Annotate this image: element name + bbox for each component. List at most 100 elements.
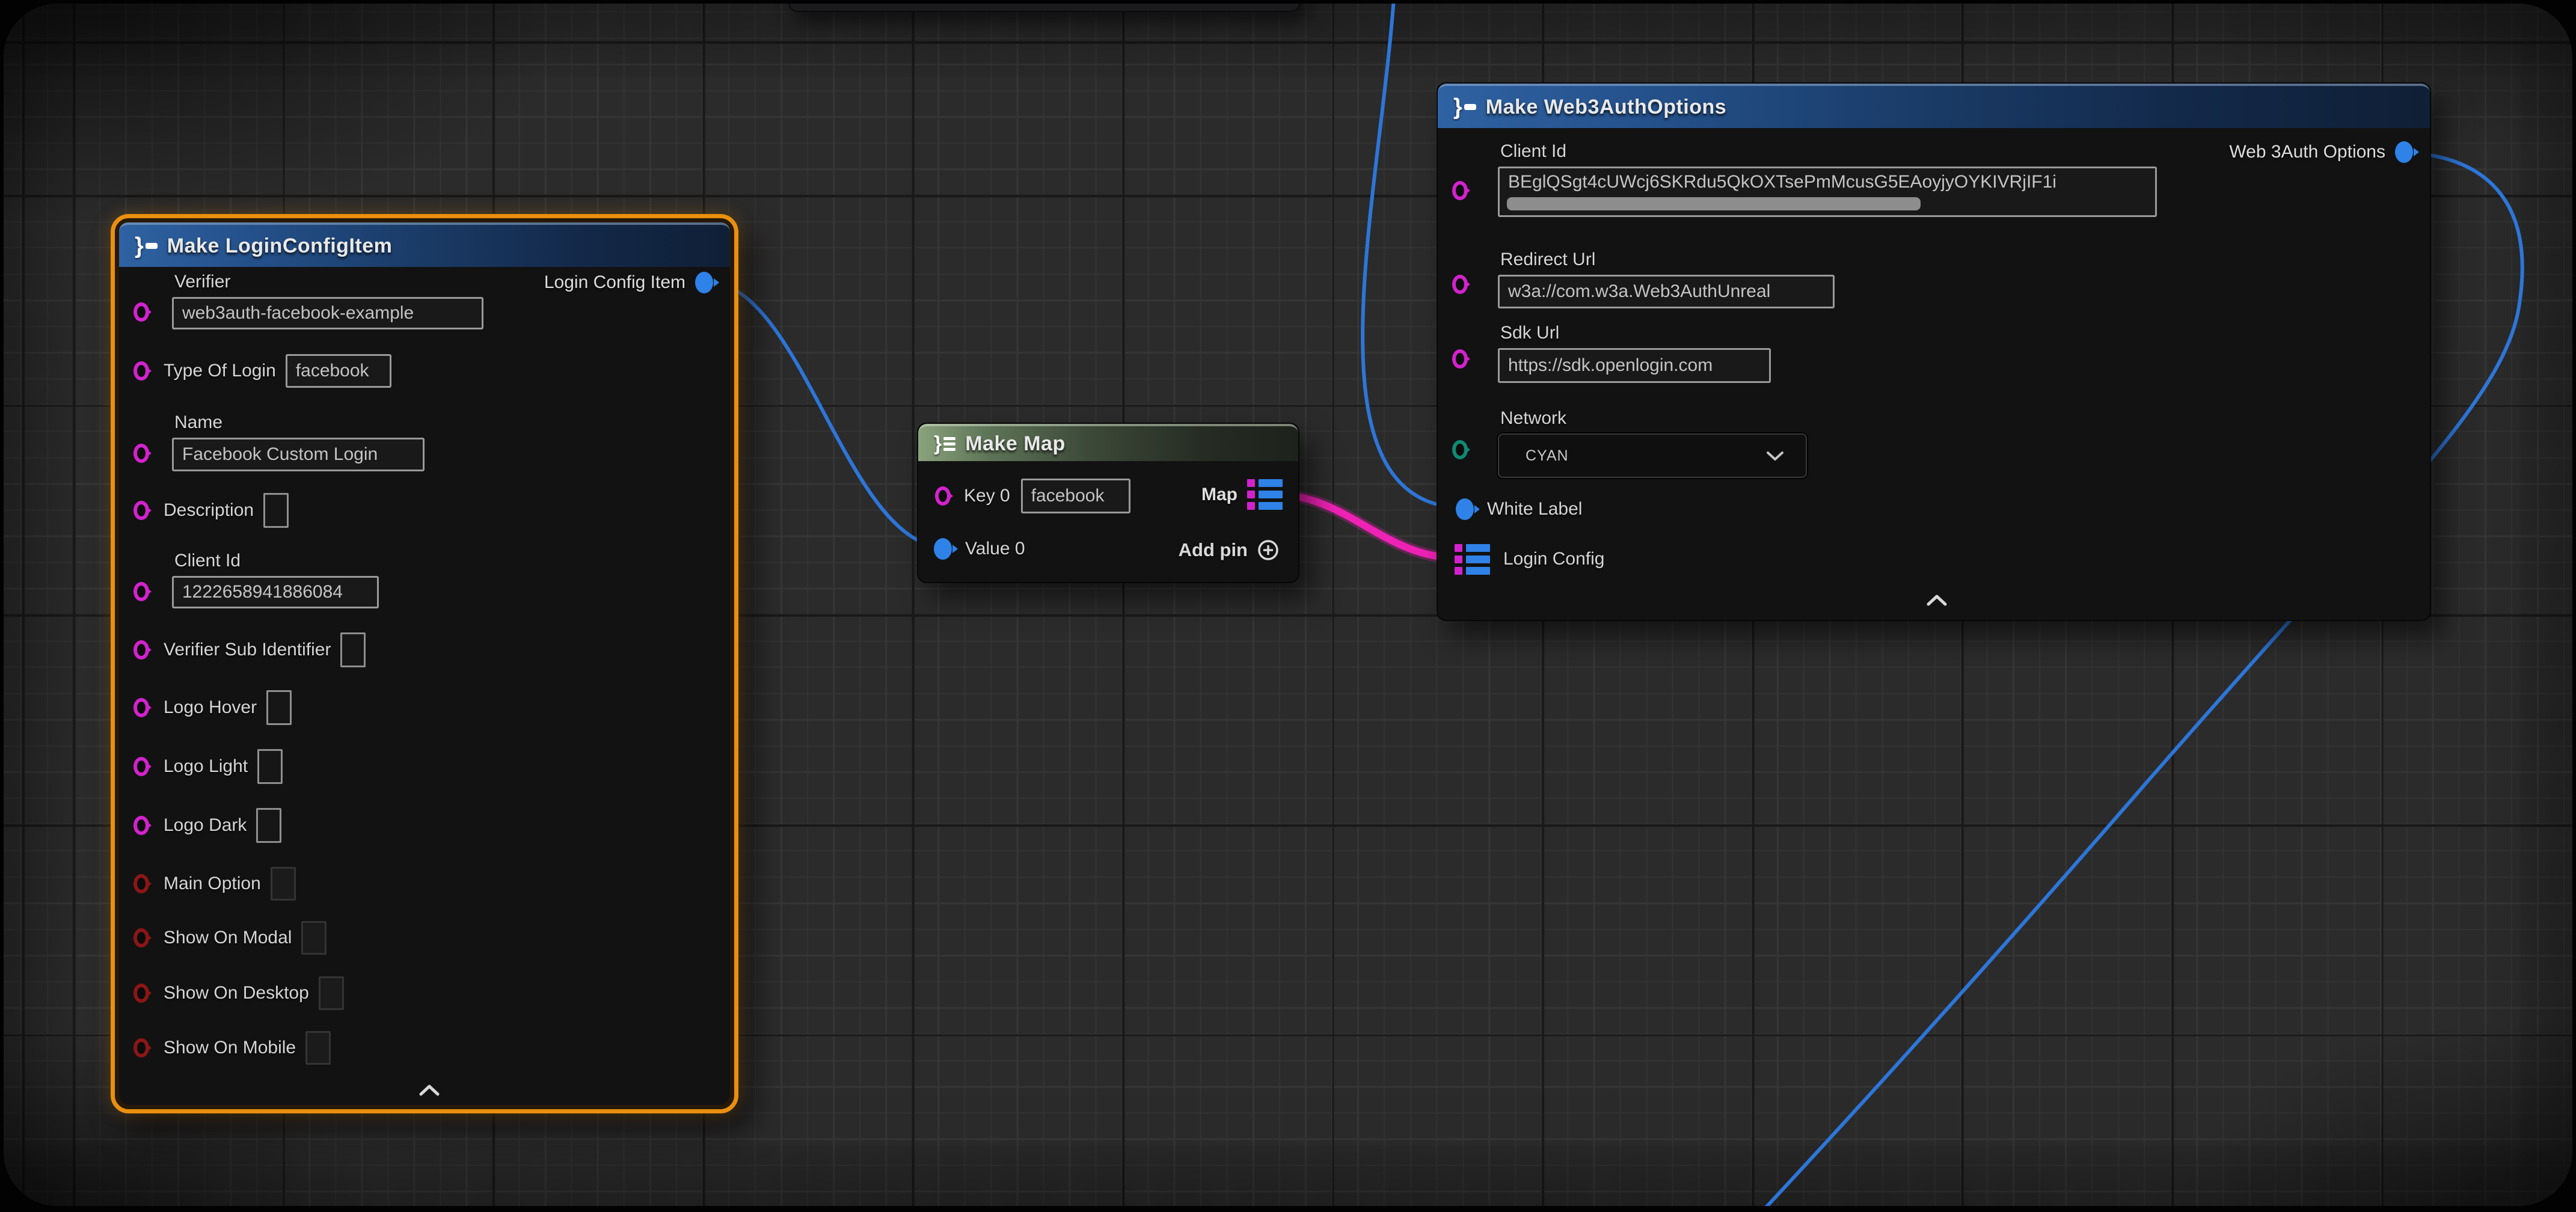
pin-label: Logo Hover bbox=[164, 697, 257, 718]
main-option-pin[interactable] bbox=[133, 874, 149, 893]
node-title: Make Web3AuthOptions bbox=[1486, 96, 1726, 119]
pin-row-sdk-url: Sdk Url https://sdk.openlogin.com bbox=[1498, 323, 1771, 383]
pin-row-logo-hover: Logo Hover bbox=[119, 690, 292, 726]
pin-label: Verifier bbox=[174, 272, 483, 292]
description-input[interactable] bbox=[263, 493, 289, 528]
pin-row-network: Network CYAN bbox=[1498, 408, 1807, 478]
pin-label: Key 0 bbox=[964, 486, 1010, 506]
pin-label: Logo Light bbox=[164, 756, 248, 777]
verifier-input[interactable]: web3auth-facebook-example bbox=[172, 297, 483, 329]
logo-dark-pin[interactable] bbox=[133, 816, 149, 835]
type-of-login-pin[interactable] bbox=[133, 361, 149, 381]
wire-map-to-loginconfig[interactable] bbox=[1276, 495, 1458, 558]
network-pin[interactable] bbox=[1452, 440, 1468, 459]
show-on-mobile-pin[interactable] bbox=[133, 1038, 149, 1057]
node-make-loginconfigitem[interactable]: } Make LoginConfigItem Login Config Item… bbox=[111, 214, 738, 1113]
logo-light-pin[interactable] bbox=[133, 757, 149, 776]
logo-hover-input[interactable] bbox=[266, 690, 292, 725]
pin-label: Logo Dark bbox=[164, 815, 247, 836]
blueprint-canvas[interactable]: } Make LoginConfigItem Login Config Item… bbox=[4, 4, 2572, 1206]
logo-hover-pin[interactable] bbox=[133, 698, 149, 717]
wire-loginconfigitem-to-value0[interactable] bbox=[705, 281, 946, 548]
pin-label: Client Id bbox=[174, 551, 379, 571]
pin-label: Description bbox=[164, 500, 254, 521]
output-pin-label: Map bbox=[1201, 485, 1237, 505]
node-make-map[interactable]: } Make Map Key 0 facebook Map bbox=[917, 423, 1299, 583]
value0-pin[interactable] bbox=[934, 538, 952, 560]
pin-label: Value 0 bbox=[965, 539, 1025, 559]
pin-row-name: Name Facebook Custom Login bbox=[172, 412, 425, 471]
client-id-scrollbar[interactable] bbox=[1507, 197, 1921, 210]
client-id-input[interactable]: 1222658941886084 bbox=[172, 576, 379, 608]
show-on-modal-pin[interactable] bbox=[133, 928, 149, 947]
add-pin-button[interactable]: Add pin bbox=[1179, 538, 1280, 562]
pin-row-show-on-mobile: Show On Mobile bbox=[119, 1030, 331, 1066]
pin-label: Network bbox=[1500, 408, 1807, 429]
pin-row-type-of-login: Type Of Login facebook bbox=[119, 353, 391, 389]
pin-row-verifier: Verifier web3auth-facebook-example bbox=[172, 272, 483, 329]
name-input[interactable]: Facebook Custom Login bbox=[172, 438, 425, 471]
main-option-checkbox[interactable] bbox=[271, 867, 296, 901]
pin-row-redirect-url: Redirect Url w3a://com.w3a.Web3AuthUnrea… bbox=[1498, 249, 1835, 308]
pin-row-login-config: Login Config bbox=[1438, 539, 1604, 579]
verifier-pin[interactable] bbox=[133, 302, 149, 322]
network-dropdown[interactable]: CYAN bbox=[1498, 433, 1807, 478]
white-label-pin[interactable] bbox=[1456, 498, 1474, 520]
output-pin-label: Web 3Auth Options bbox=[2229, 142, 2385, 162]
node-header-make-loginconfigitem[interactable]: } Make LoginConfigItem bbox=[119, 222, 730, 267]
redirect-url-pin[interactable] bbox=[1452, 275, 1468, 294]
sdk-url-pin[interactable] bbox=[1452, 349, 1468, 369]
pin-label: Show On Desktop bbox=[164, 983, 309, 1003]
pin-label: Show On Mobile bbox=[164, 1038, 296, 1058]
client-id-input[interactable]: BEglQSgt4cUWcj6SKRdu5QkOXTsePmMcusG5EAoy… bbox=[1498, 167, 2157, 217]
sdk-url-input[interactable]: https://sdk.openlogin.com bbox=[1498, 348, 1771, 383]
login-config-item-output-pin[interactable] bbox=[695, 272, 713, 293]
description-pin[interactable] bbox=[133, 501, 149, 520]
show-on-desktop-checkbox[interactable] bbox=[319, 976, 344, 1010]
login-config-pin[interactable] bbox=[1455, 544, 1490, 575]
collapse-node-arrow[interactable] bbox=[1925, 593, 1949, 607]
show-on-mobile-checkbox[interactable] bbox=[305, 1031, 331, 1065]
node-make-web3authoptions[interactable]: } Make Web3AuthOptions Web 3Auth Options… bbox=[1437, 82, 2431, 621]
make-struct-icon: } bbox=[1453, 96, 1476, 118]
pin-label: Verifier Sub Identifier bbox=[164, 640, 331, 660]
map-output-pin[interactable] bbox=[1247, 479, 1283, 510]
make-struct-icon: } bbox=[135, 234, 158, 257]
key0-input[interactable]: facebook bbox=[1021, 479, 1130, 513]
partial-node-top[interactable] bbox=[788, 4, 1301, 12]
verifier-sub-identifier-pin[interactable] bbox=[133, 640, 149, 660]
output-pin-label: Login Config Item bbox=[544, 272, 685, 293]
client-id-pin[interactable] bbox=[1452, 181, 1468, 200]
name-pin[interactable] bbox=[133, 444, 149, 463]
pin-row-white-label: White Label bbox=[1438, 491, 1582, 527]
web3auth-options-output-pin[interactable] bbox=[2395, 141, 2413, 163]
pin-label: Login Config bbox=[1503, 549, 1604, 569]
pin-label: Show On Modal bbox=[164, 928, 292, 948]
chevron-down-icon bbox=[1765, 450, 1785, 462]
node-header-make-map[interactable]: } Make Map bbox=[918, 424, 1298, 461]
show-on-desktop-pin[interactable] bbox=[133, 984, 149, 1003]
pin-row-value0: Value 0 bbox=[918, 531, 1025, 567]
type-of-login-input[interactable]: facebook bbox=[286, 354, 391, 388]
pin-row-key0: Key 0 facebook bbox=[918, 478, 1130, 514]
node-header-make-web3authoptions[interactable]: } Make Web3AuthOptions bbox=[1438, 84, 2430, 128]
make-map-icon: } bbox=[934, 433, 955, 454]
pin-label: Main Option bbox=[164, 874, 261, 894]
verifier-sub-identifier-input[interactable] bbox=[340, 632, 366, 667]
node-title: Make LoginConfigItem bbox=[167, 234, 393, 258]
redirect-url-input[interactable]: w3a://com.w3a.Web3AuthUnreal bbox=[1498, 275, 1835, 308]
key0-pin[interactable] bbox=[935, 486, 951, 506]
show-on-modal-checkbox[interactable] bbox=[301, 921, 327, 955]
pin-row-verifier-sub-identifier: Verifier Sub Identifier bbox=[119, 632, 366, 668]
node-title: Make Map bbox=[965, 432, 1066, 456]
pin-label: Sdk Url bbox=[1500, 323, 1771, 343]
add-pin-row: Add pin bbox=[1179, 538, 1280, 562]
logo-dark-input[interactable] bbox=[256, 808, 281, 843]
pin-label: Type Of Login bbox=[164, 361, 276, 381]
pin-row-show-on-modal: Show On Modal bbox=[119, 920, 327, 956]
client-id-pin[interactable] bbox=[133, 582, 149, 601]
collapse-node-arrow[interactable] bbox=[417, 1083, 441, 1097]
output-row-web3auth-options: Web 3Auth Options bbox=[2229, 141, 2413, 163]
logo-light-input[interactable] bbox=[257, 749, 283, 784]
pin-row-client-id: Client Id BEglQSgt4cUWcj6SKRdu5QkOXTsePm… bbox=[1498, 141, 2157, 217]
